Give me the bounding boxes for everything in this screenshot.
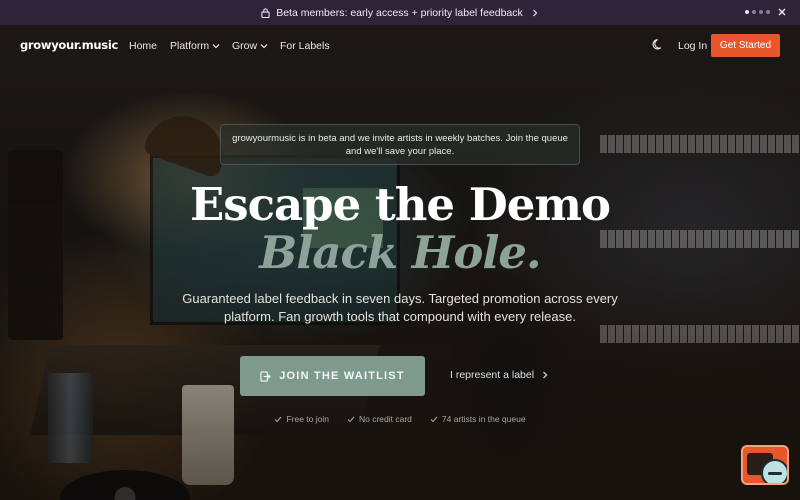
trust-check-item: No credit card: [347, 414, 412, 424]
nav-item-home[interactable]: Home: [129, 40, 157, 52]
trust-check-item: Free to join: [274, 414, 329, 424]
nav-item-label: For Labels: [280, 40, 330, 52]
check-icon: [275, 416, 282, 422]
check-icon: [347, 416, 355, 422]
trust-check-label: Free to join: [286, 414, 329, 424]
main-nav: growyour.music Home Platform Grow For La…: [0, 25, 800, 65]
announcement-bar[interactable]: Beta members: early access + priority la…: [0, 0, 800, 25]
label-link-text: I represent a label: [450, 369, 535, 381]
nav-item-platform[interactable]: Platform: [170, 40, 220, 52]
vinyl-record: [60, 470, 190, 500]
lock-icon: [261, 7, 270, 18]
keyboard-rack: [600, 325, 800, 343]
chevron-down-icon: [212, 44, 220, 49]
hero-subheadline: Guaranteed label feedback in seven days.…: [182, 291, 618, 324]
carousel-dot[interactable]: [766, 10, 770, 14]
carousel-dot[interactable]: [745, 10, 749, 14]
headline-accent: Black Hole.: [259, 226, 541, 279]
get-started-button[interactable]: Get Started: [711, 34, 780, 57]
chevron-down-icon: [260, 44, 268, 49]
nav-item-label: Home: [129, 40, 158, 52]
trust-check-label: 74 artists in the queue: [441, 414, 526, 424]
trust-check-label: No credit card: [358, 414, 412, 424]
enter-icon: [260, 370, 272, 382]
carousel-dot[interactable]: [752, 10, 756, 14]
brand-logo[interactable]: growyour.music: [20, 38, 118, 52]
announcement-text[interactable]: Beta members: early access + priority la…: [276, 7, 523, 19]
beta-notice: growyourmusic is in beta and we invite a…: [220, 124, 580, 165]
chevron-right-icon: [543, 371, 548, 379]
nav-item-grow[interactable]: Grow: [232, 40, 268, 52]
chat-widget-button[interactable]: [741, 445, 789, 485]
headline-primary: Escape the Demo: [189, 178, 611, 231]
chevron-right-icon[interactable]: [531, 9, 539, 17]
check-icon: [430, 416, 438, 422]
moon-icon[interactable]: [652, 38, 665, 51]
carousel-dot[interactable]: [759, 10, 763, 14]
join-waitlist-label: JOIN THE WAITLIST: [279, 370, 405, 382]
login-link[interactable]: Log In: [678, 40, 707, 52]
close-icon[interactable]: [776, 6, 788, 18]
keyboard-rack: [600, 135, 800, 153]
assistant-avatar-icon: [761, 459, 787, 483]
carousel-dots[interactable]: [745, 10, 770, 14]
trust-check-item: 74 artists in the queue: [430, 414, 526, 424]
label-link[interactable]: I represent a label: [450, 369, 548, 381]
nav-item-label: Platform: [170, 40, 210, 52]
nav-item-for-labels[interactable]: For Labels: [280, 40, 330, 52]
join-waitlist-button[interactable]: JOIN THE WAITLIST: [240, 356, 425, 396]
coffee-cup: [182, 385, 234, 485]
nav-item-label: Grow: [232, 40, 258, 52]
trust-checks: Free to join No credit card 74 artists i…: [0, 414, 800, 424]
